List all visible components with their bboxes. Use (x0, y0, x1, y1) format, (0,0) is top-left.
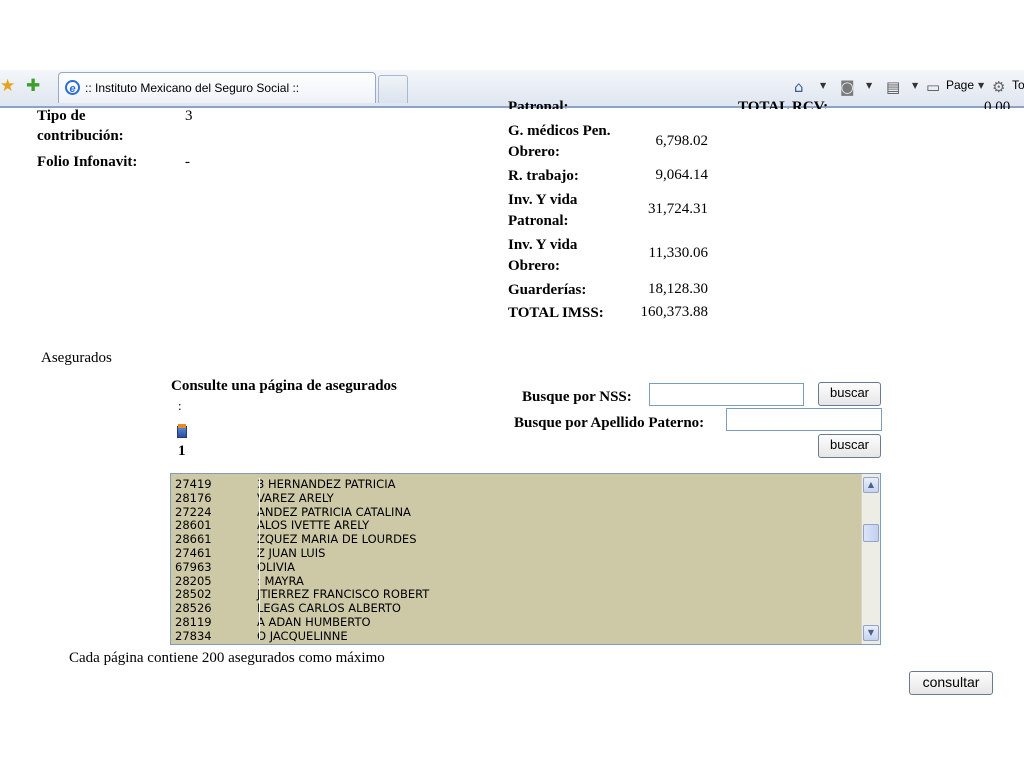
asegurados-title: Asegurados (41, 350, 112, 366)
list-item-nss: 28601 (175, 518, 212, 533)
list-item[interactable]: 28661 ZQUEZ MARIA DE LOURDES (171, 532, 861, 546)
scroll-down-icon[interactable]: ▼ (863, 625, 879, 641)
column-separator (259, 478, 260, 640)
list-item[interactable]: 27834 O JACQUELINNE (171, 629, 861, 643)
apellido-search-input[interactable] (726, 408, 882, 431)
browser-tab-active[interactable]: e :: Instituto Mexicano del Seguro Socia… (58, 72, 376, 103)
page-file-icon[interactable] (177, 424, 187, 438)
scroll-thumb[interactable] (863, 524, 879, 542)
add-favorites-icon[interactable]: ✚ (26, 76, 40, 96)
clipped-total-rcv-value: 0.00 (984, 99, 1011, 109)
list-item-nss: 67963 (175, 559, 212, 574)
total-imss-value: 160,373.88 (640, 304, 709, 320)
list-item-name: A ADAN HUMBERTO (257, 615, 371, 629)
folio-infonavit-value: - (185, 154, 190, 170)
favorites-star-icon[interactable]: ★ (0, 76, 15, 96)
list-item-name: JTIERREZ FRANCISCO ROBERT (257, 587, 430, 602)
inv-vida-obrero-label: Inv. Y vida Obrero: (508, 237, 578, 274)
list-item-nss: 28526 (175, 601, 212, 616)
chevron-down-icon[interactable]: ▼ (912, 81, 918, 90)
asegurados-listbox[interactable]: 27419 3 HERNANDEZ PATRICIA 28176 VAREZ AREL… (170, 473, 881, 645)
page-menu[interactable]: Page (946, 78, 974, 92)
chevron-down-icon[interactable]: ▼ (820, 81, 826, 90)
list-item-name: Z JUAN LUIS (257, 546, 326, 560)
list-item-nss: 28502 (175, 587, 212, 602)
list-item-name: OLIVIA (257, 559, 295, 574)
ie-icon: e (65, 80, 80, 95)
clipped-patronal-label: Patronal: (508, 99, 569, 109)
inv-vida-patronal-label: Inv. Y vida Patronal: (508, 192, 578, 229)
list-item[interactable]: 27461 Z JUAN LUIS (171, 546, 861, 560)
list-item[interactable]: 28119 A ADAN HUMBERTO (171, 615, 861, 629)
list-item[interactable]: 27224 ANDEZ PATRICIA CATALINA (171, 505, 861, 519)
buscar-nss-button[interactable]: buscar (818, 382, 881, 406)
footer-note: Cada página contiene 200 asegurados como… (69, 650, 385, 666)
list-item-name: ALOS IVETTE ARELY (257, 518, 370, 533)
nss-search-input[interactable] (649, 383, 804, 406)
list-item[interactable]: 28601 ALOS IVETTE ARELY (171, 518, 861, 532)
scroll-up-icon[interactable]: ▲ (863, 477, 879, 493)
guarderias-label: Guarderías: (508, 282, 587, 298)
busque-apellido-label: Busque por Apellido Paterno: (514, 415, 705, 431)
r-trabajo-value: 9,064.14 (655, 167, 709, 183)
list-item-nss: 28119 (175, 615, 212, 629)
tipo-contribucion-label: Tipo de contribución: (37, 108, 124, 144)
listbox-scrollbar[interactable]: ▲ ▼ (861, 474, 880, 644)
folio-infonavit-label: Folio Infonavit: (37, 154, 138, 170)
list-item-nss: 28661 (175, 532, 212, 547)
gm-pen-obrero-value: 6,798.02 (655, 133, 709, 149)
gm-pen-obrero-label: G. médicos Pen. Obrero: (508, 123, 611, 160)
list-item-name: VAREZ ARELY (257, 490, 334, 505)
list-item[interactable]: 67963 OLIVIA (171, 560, 861, 574)
inv-vida-obrero-value: 11,330.06 (648, 245, 708, 261)
list-item[interactable]: 28205 : MAYRA (171, 574, 861, 588)
gear-icon[interactable]: ⚙ (992, 78, 1005, 96)
list-item-name: 3 HERNANDEZ PATRICIA (257, 477, 396, 491)
page-link-1[interactable]: 1 (178, 441, 186, 461)
colon-separator: : (178, 398, 182, 413)
list-item-nss: 27834 (175, 628, 212, 643)
list-item[interactable]: 28502 JTIERREZ FRANCISCO ROBERT (171, 587, 861, 601)
list-item-name: : MAYRA (257, 573, 304, 588)
home-icon[interactable]: ⌂ (794, 78, 804, 96)
list-item-nss: 28205 (175, 573, 212, 588)
list-item[interactable]: 28176 VAREZ ARELY (171, 491, 861, 505)
print-icon[interactable]: ▤ (886, 78, 900, 96)
chevron-down-icon[interactable]: ▼ (978, 81, 984, 90)
guarderias-value: 18,128.30 (648, 281, 708, 297)
inv-vida-patronal-value: 31,724.31 (648, 201, 708, 217)
list-item[interactable]: 27419 3 HERNANDEZ PATRICIA (171, 477, 861, 491)
clipped-total-rcv-label: TOTAL RCV: (738, 99, 829, 109)
list-item-nss: 27419 (175, 477, 212, 491)
new-tab-button[interactable] (378, 75, 408, 103)
tipo-contribucion-value: 3 (185, 108, 193, 124)
busque-nss-label: Busque por NSS: (522, 389, 632, 405)
list-item-name: LEGAS CARLOS ALBERTO (257, 601, 401, 616)
list-item-nss: 28176 (175, 490, 212, 505)
list-item-nss: 27224 (175, 504, 212, 519)
tools-menu[interactable]: To (1012, 78, 1024, 92)
page-icon[interactable]: ▭ (926, 78, 940, 96)
buscar-apellido-button[interactable]: buscar (818, 434, 881, 458)
tab-title: :: Instituto Mexicano del Seguro Social … (85, 81, 300, 95)
consulte-pagina-label: Consulte una página de asegurados (171, 378, 397, 394)
total-imss-label: TOTAL IMSS: (508, 305, 604, 321)
list-item-name: O JACQUELINNE (257, 628, 348, 643)
list-item-name: ZQUEZ MARIA DE LOURDES (257, 532, 417, 547)
list-item[interactable]: 28526 LEGAS CARLOS ALBERTO (171, 601, 861, 615)
list-item-nss: 27461 (175, 546, 212, 560)
feeds-icon[interactable]: ◙ (840, 78, 855, 96)
list-item-name: ANDEZ PATRICIA CATALINA (257, 504, 411, 519)
chevron-down-icon[interactable]: ▼ (866, 81, 872, 90)
consultar-button[interactable]: consultar (909, 671, 993, 695)
r-trabajo-label: R. trabajo: (508, 168, 579, 184)
